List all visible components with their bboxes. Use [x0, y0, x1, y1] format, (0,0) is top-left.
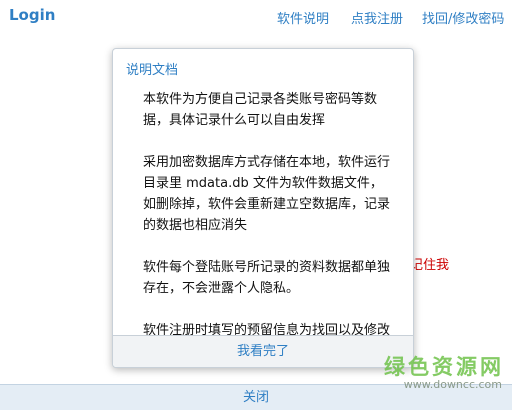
register-link[interactable]: 点我注册	[351, 8, 403, 27]
app-title: Login	[9, 6, 56, 24]
dialog-paragraph: 软件每个登陆账号所记录的资料数据都单独存在，不会泄露个人隐私。	[143, 260, 391, 296]
close-button[interactable]: 关闭	[0, 384, 512, 410]
dialog-paragraph: 本软件为方便自己记录各类账号密码等数据，具体记录什么可以自由发挥	[143, 92, 378, 128]
instructions-dialog: 说明文档 本软件为方便自己记录各类账号密码等数据，具体记录什么可以自由发挥 采用…	[112, 48, 414, 368]
software-info-link[interactable]: 软件说明	[277, 8, 329, 27]
dialog-paragraph: 采用加密数据库方式存储在本地，软件运行目录里 mdata.db 文件为软件数据文…	[143, 155, 391, 233]
top-bar: Login 软件说明 点我注册 找回/修改密码	[0, 0, 512, 34]
recover-password-link[interactable]: 找回/修改密码	[422, 8, 504, 27]
ok-button[interactable]: 我看完了	[113, 335, 413, 367]
remember-me-label[interactable]: 记住我	[410, 254, 449, 273]
dialog-title: 说明文档	[126, 63, 179, 78]
dialog-body[interactable]: 本软件为方便自己记录各类账号密码等数据，具体记录什么可以自由发挥 采用加密数据库…	[143, 89, 391, 337]
